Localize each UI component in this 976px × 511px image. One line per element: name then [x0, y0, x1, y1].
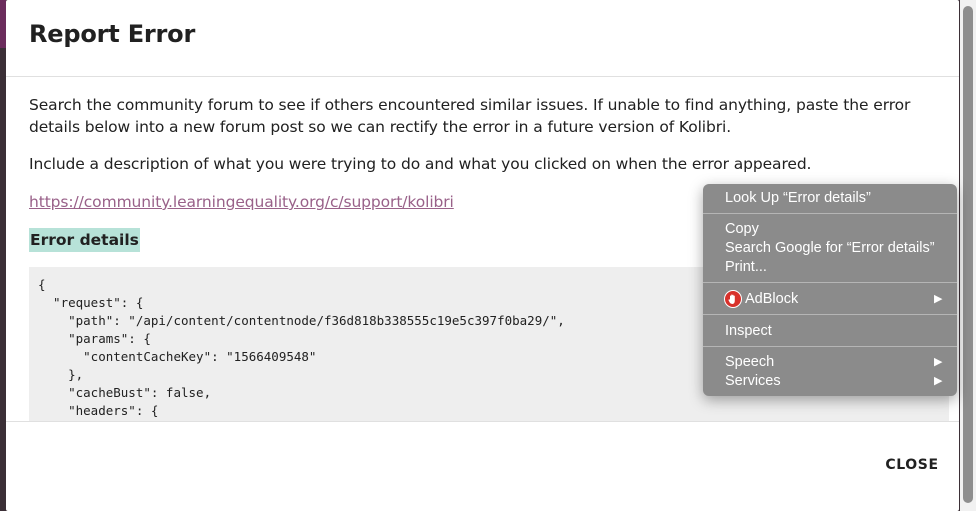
code-line: "contentCacheKey": "1566409548": [38, 349, 317, 364]
close-button[interactable]: CLOSE: [882, 453, 942, 477]
menu-item-look-up[interactable]: Look Up “Error details”: [725, 188, 871, 208]
code-line: },: [38, 367, 84, 382]
modal-title: Report Error: [29, 20, 196, 48]
scrollbar-thumb[interactable]: [963, 6, 973, 503]
code-line: "request": {: [38, 295, 144, 310]
description-instructions-text: Include a description of what you were t…: [29, 155, 812, 173]
submenu-arrow-icon: ▶: [934, 356, 943, 368]
code-line: "cacheBust": false,: [38, 385, 212, 400]
adblock-hand-icon: [724, 290, 742, 308]
menu-item-services[interactable]: Services: [725, 371, 781, 391]
code-line: {: [38, 277, 46, 292]
submenu-arrow-icon: ▶: [934, 293, 943, 305]
submenu-arrow-icon: ▶: [934, 375, 943, 387]
modal-header-divider: [6, 76, 959, 77]
code-line: "path": "/api/content/contentnode/f36d81…: [38, 313, 565, 328]
menu-item-print[interactable]: Print...: [725, 257, 767, 277]
menu-item-inspect[interactable]: Inspect: [725, 321, 772, 341]
forum-instructions-text: Search the community forum to see if oth…: [29, 96, 911, 136]
error-details-heading[interactable]: Error details: [29, 228, 140, 252]
menu-item-adblock[interactable]: AdBlock: [745, 289, 798, 309]
menu-separator: [703, 314, 957, 315]
community-forum-link[interactable]: https://community.learningequality.org/c…: [29, 191, 454, 213]
menu-item-copy[interactable]: Copy: [725, 219, 759, 239]
menu-item-search-google[interactable]: Search Google for “Error details”: [725, 238, 935, 258]
menu-item-speech[interactable]: Speech: [725, 352, 774, 372]
menu-separator: [703, 213, 957, 214]
menu-separator: [703, 282, 957, 283]
modal-footer-divider: [6, 421, 959, 422]
menu-separator: [703, 346, 957, 347]
code-line: "headers": {: [38, 403, 159, 418]
code-line: "params": {: [38, 331, 151, 346]
context-menu: Look Up “Error details” Copy Search Goog…: [703, 184, 957, 396]
